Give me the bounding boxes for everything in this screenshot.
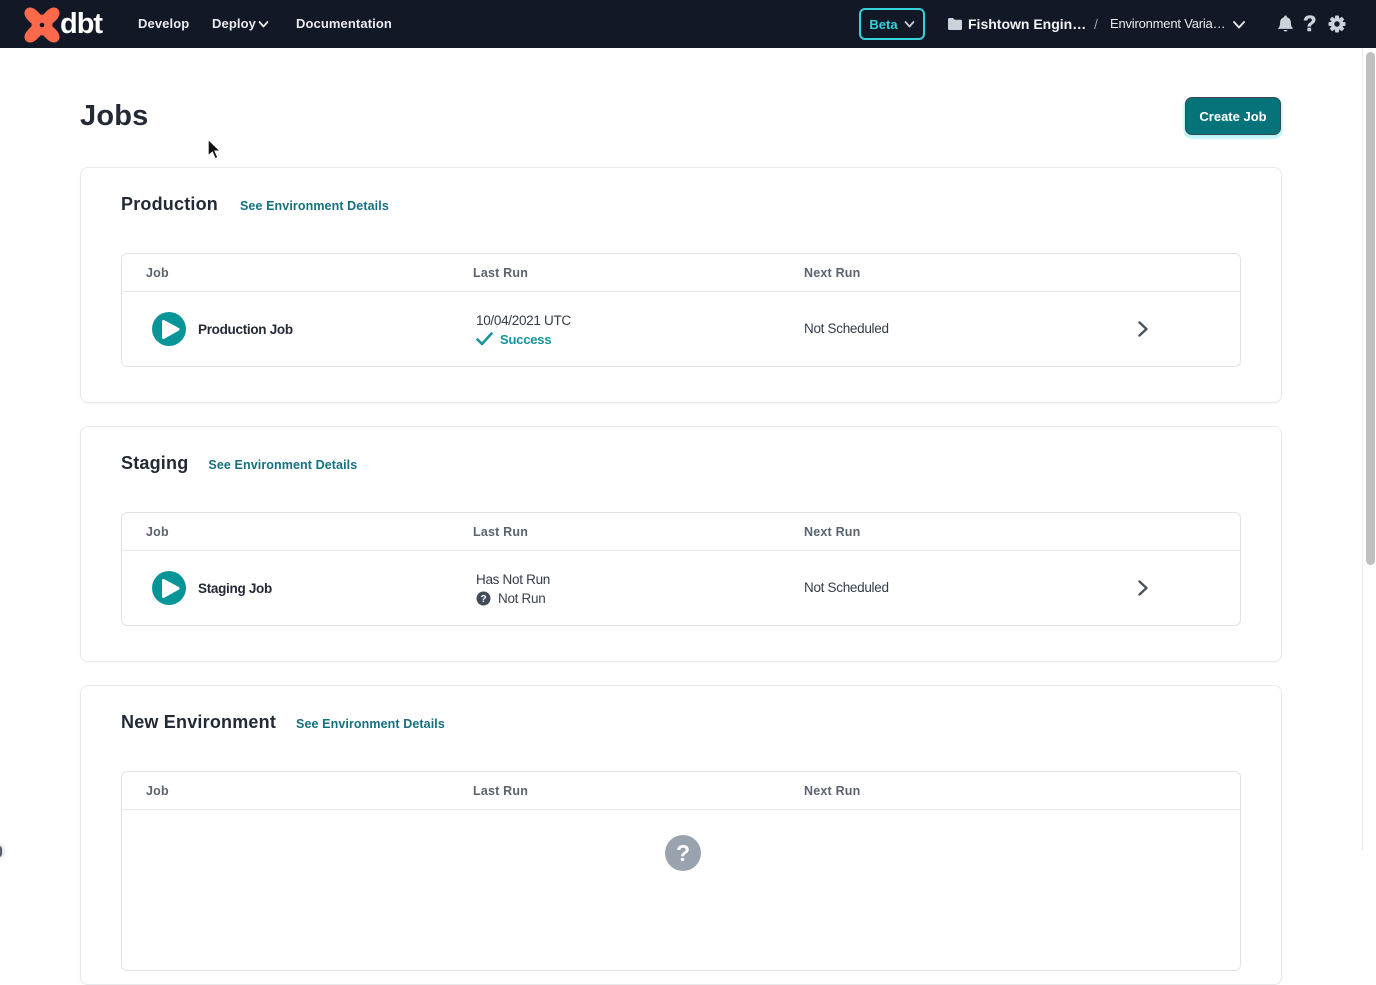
svg-text:?: ? bbox=[480, 594, 486, 605]
